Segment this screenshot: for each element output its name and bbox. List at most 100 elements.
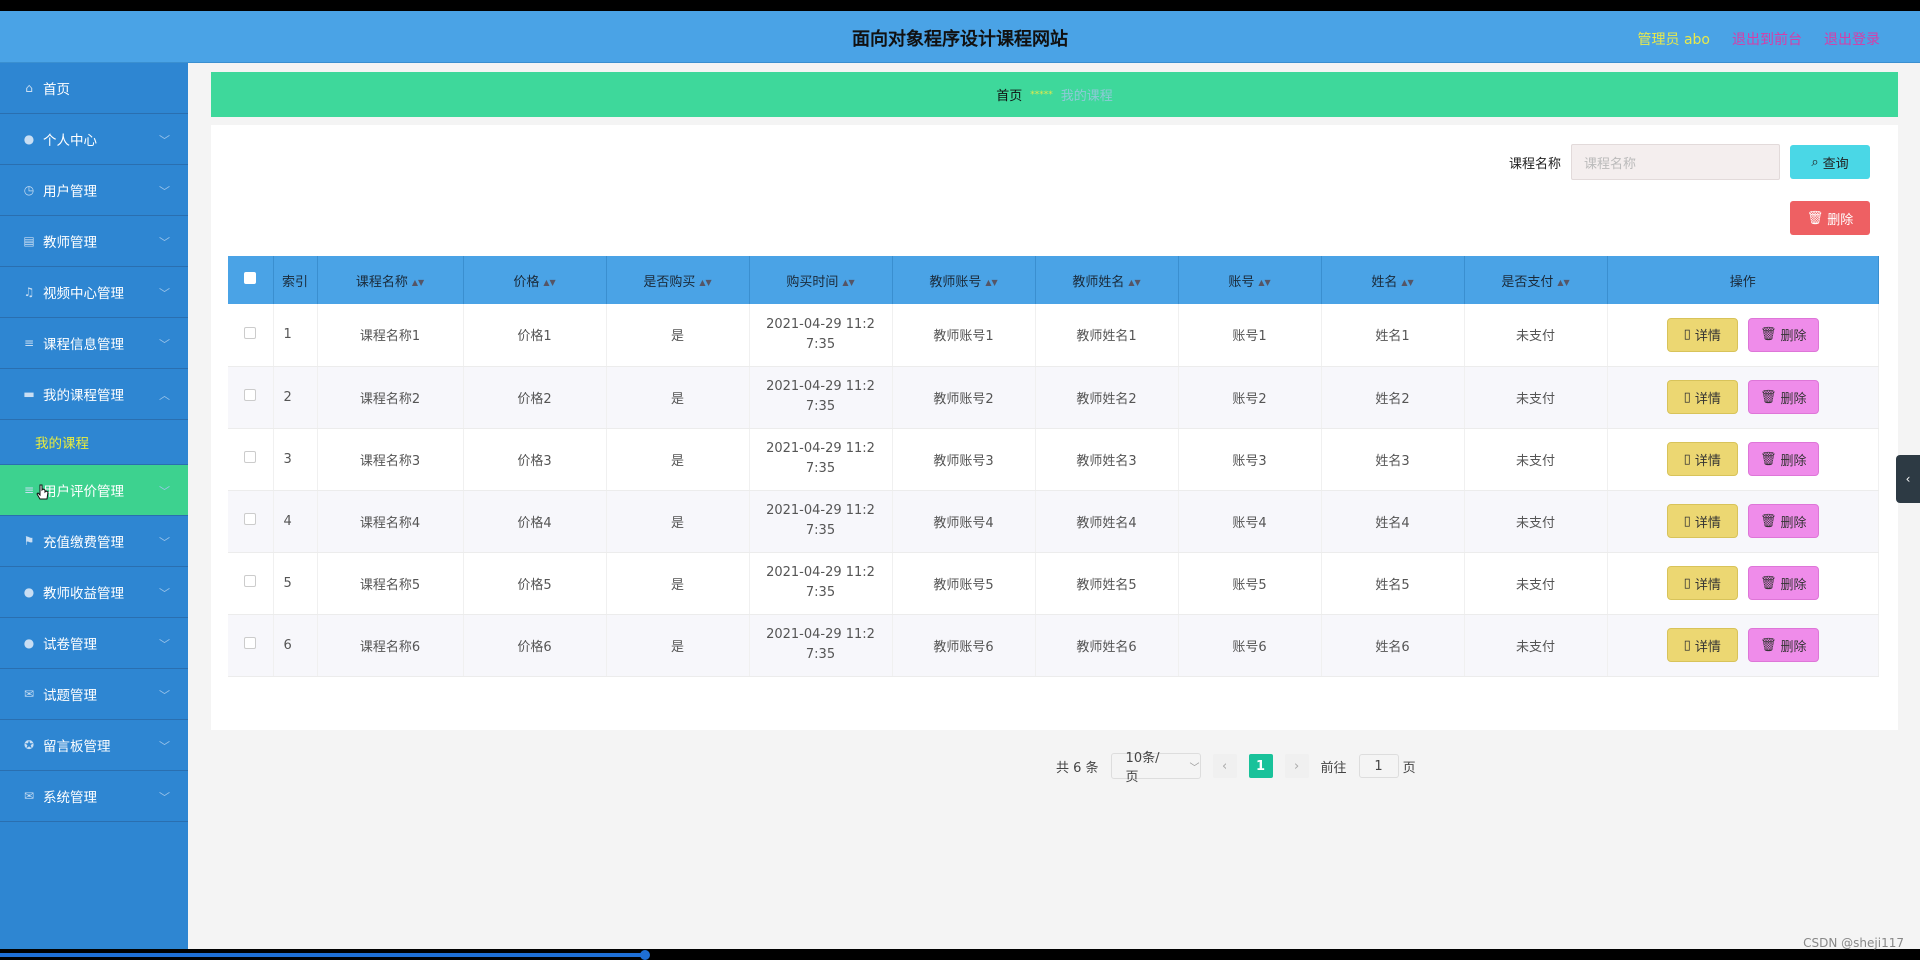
sidebar-item-personal[interactable]: ● 个人中心 ﹀ <box>0 114 188 165</box>
detail-button[interactable]: ▯ 详情 <box>1666 380 1738 414</box>
row-delete-button[interactable]: 🗑 删除 <box>1747 628 1819 662</box>
detail-button[interactable]: ▯ 详情 <box>1666 442 1738 476</box>
to-front-link[interactable]: 退出到前台 <box>1732 29 1802 49</box>
cell-price: 价格3 <box>463 428 607 491</box>
row-delete-button[interactable]: 🗑 删除 <box>1747 317 1819 352</box>
cell-index: 6 <box>273 614 318 677</box>
panel-toggle-button[interactable]: ‹ <box>1896 455 1920 503</box>
sort-icon[interactable]: ▲▼ <box>1557 278 1569 287</box>
col-account[interactable]: 账号 ▲▼ <box>1178 256 1322 304</box>
col-course-name[interactable]: 课程名称 ▲▼ <box>317 256 464 304</box>
cell-buy-time: 2021-04-29 11:27:35 <box>749 614 893 677</box>
query-button[interactable]: ⌕ 查询 <box>1790 145 1870 179</box>
table-header-row: 索引 课程名称 ▲▼ 价格 ▲▼ 是否购买 ▲▼ 购买时间 ▲▼ 教师账号 ▲▼ 教师姓名… <box>228 256 1879 304</box>
row-delete-label: 删除 <box>1780 577 1807 593</box>
detail-button-label: 详情 <box>1694 577 1721 593</box>
prev-page-button[interactable]: ‹ <box>1212 754 1237 778</box>
row-checkbox[interactable] <box>244 389 257 401</box>
course-table: 索引 课程名称 ▲▼ 价格 ▲▼ 是否购买 ▲▼ 购买时间 ▲▼ 教师账号 ▲▼ 教师姓名… <box>228 256 1879 677</box>
sidebar-item-label: 教师管理 <box>43 235 97 251</box>
sort-icon[interactable]: ▲▼ <box>1258 278 1270 287</box>
sidebar-item-papers[interactable]: ● 试卷管理 ﹀ <box>0 618 188 669</box>
cell-paid: 未支付 <box>1464 552 1608 615</box>
detail-button-label: 详情 <box>1694 391 1721 407</box>
cell-teacher-name: 教师姓名5 <box>1035 552 1179 615</box>
row-checkbox[interactable] <box>244 326 257 339</box>
sort-icon[interactable]: ▲▼ <box>699 278 711 287</box>
breadcrumb-home[interactable]: 首页 <box>996 85 1022 104</box>
row-checkbox[interactable] <box>244 575 257 587</box>
row-checkbox[interactable] <box>244 513 257 525</box>
row-checkbox[interactable] <box>244 637 257 649</box>
sidebar-item-reviews[interactable]: ≡ 用户评价管理 ﹀ <box>0 465 188 516</box>
sort-icon[interactable]: ▲▼ <box>543 278 555 287</box>
cell-actions: ▯ 详情 🗑 删除 <box>1607 552 1879 615</box>
sidebar-item-label: 个人中心 <box>43 133 97 149</box>
sort-icon[interactable]: ▲▼ <box>985 278 997 287</box>
sidebar-item-teachers[interactable]: ▤ 教师管理 ﹀ <box>0 216 188 267</box>
col-teacher-name[interactable]: 教师姓名 ▲▼ <box>1035 256 1179 304</box>
progress-handle[interactable] <box>640 950 650 960</box>
col-price[interactable]: 价格 ▲▼ <box>463 256 607 304</box>
cell-paid: 未支付 <box>1464 366 1608 429</box>
sidebar-item-income[interactable]: ● 教师收益管理 ﹀ <box>0 567 188 618</box>
sort-icon[interactable]: ▲▼ <box>412 278 424 287</box>
page-size-select[interactable]: 10条/页 ﹀ <box>1110 751 1201 785</box>
row-checkbox[interactable] <box>244 451 257 463</box>
detail-button[interactable]: ▯ 详情 <box>1666 504 1738 538</box>
app-header: 面向对象程序设计课程网站 管理员 abo 退出到前台 退出登录 <box>0 11 1920 63</box>
row-select-cell[interactable] <box>228 366 274 429</box>
select-all-checkbox[interactable] <box>244 272 257 284</box>
detail-button[interactable]: ▯ 详情 <box>1666 628 1738 662</box>
page-number-current[interactable]: 1 <box>1248 754 1273 778</box>
sidebar-item-my-courses[interactable]: ▬ 我的课程管理 ︿ <box>0 369 188 420</box>
row-select-cell[interactable] <box>228 490 274 553</box>
sidebar-item-videos[interactable]: ♫ 视频中心管理 ﹀ <box>0 267 188 318</box>
col-buy-time[interactable]: 购买时间 ▲▼ <box>749 256 893 304</box>
sidebar-item-course-info[interactable]: ≡ 课程信息管理 ﹀ <box>0 318 188 369</box>
col-label: 课程名称 <box>355 274 408 290</box>
col-label: 教师姓名 <box>1072 274 1125 290</box>
sidebar-item-home[interactable]: ⌂ 首页 <box>0 63 188 114</box>
row-select-cell[interactable] <box>228 614 274 677</box>
col-paid[interactable]: 是否支付 ▲▼ <box>1464 256 1608 304</box>
row-delete-button[interactable]: 🗑 删除 <box>1747 504 1819 538</box>
detail-button[interactable]: ▯ 详情 <box>1666 566 1738 600</box>
sidebar-item-system[interactable]: ✉ 系统管理 ﹀ <box>0 771 188 822</box>
detail-button[interactable]: ▯ 详情 <box>1666 317 1738 352</box>
row-select-cell[interactable] <box>228 304 274 367</box>
row-select-cell[interactable] <box>228 428 274 491</box>
video-progress-bar[interactable] <box>0 949 1920 960</box>
next-page-button[interactable]: › <box>1284 754 1309 778</box>
col-label: 价格 <box>513 274 540 290</box>
detail-button-label: 详情 <box>1694 639 1721 655</box>
pagination: 共 6 条 10条/页 ﹀ ‹ 1 › 前往 1 页 <box>1056 751 1416 785</box>
cell-paid: 未支付 <box>1464 428 1608 491</box>
sort-icon[interactable]: ▲▼ <box>1401 278 1413 287</box>
sidebar-item-recharge[interactable]: ⚑ 充值缴费管理 ﹀ <box>0 516 188 567</box>
row-delete-button[interactable]: 🗑 删除 <box>1747 566 1819 600</box>
search-input[interactable]: 课程名称 <box>1571 144 1780 180</box>
sort-icon[interactable]: ▲▼ <box>842 278 854 287</box>
batch-delete-button[interactable]: 🗑 删除 <box>1790 201 1870 235</box>
sidebar-item-messages[interactable]: ✪ 留言板管理 ﹀ <box>0 720 188 771</box>
sidebar-item-label: 留言板管理 <box>43 739 111 755</box>
row-select-cell[interactable] <box>228 552 274 615</box>
sort-icon[interactable]: ▲▼ <box>1128 278 1140 287</box>
sidebar-item-users[interactable]: ◷ 用户管理 ﹀ <box>0 165 188 216</box>
logout-link[interactable]: 退出登录 <box>1824 29 1880 49</box>
row-delete-button[interactable]: 🗑 删除 <box>1747 442 1819 476</box>
cell-buy-time: 2021-04-29 11:27:35 <box>749 490 893 553</box>
sidebar-item-questions[interactable]: ✉ 试题管理 ﹀ <box>0 669 188 720</box>
sidebar-subitem-my-course[interactable]: 我的课程 <box>0 420 188 465</box>
select-all-cell[interactable] <box>228 256 274 304</box>
col-name[interactable]: 姓名 ▲▼ <box>1321 256 1465 304</box>
row-delete-button[interactable]: 🗑 删除 <box>1747 380 1819 414</box>
col-teacher-account[interactable]: 教师账号 ▲▼ <box>892 256 1036 304</box>
batch-delete-label: 删除 <box>1827 212 1854 228</box>
goto-page-input[interactable]: 1 <box>1358 754 1399 778</box>
chevron-down-icon: ﹀ <box>159 338 170 351</box>
col-label: 购买时间 <box>786 274 839 290</box>
col-bought[interactable]: 是否购买 ▲▼ <box>606 256 750 304</box>
cell-price: 价格1 <box>463 304 607 367</box>
